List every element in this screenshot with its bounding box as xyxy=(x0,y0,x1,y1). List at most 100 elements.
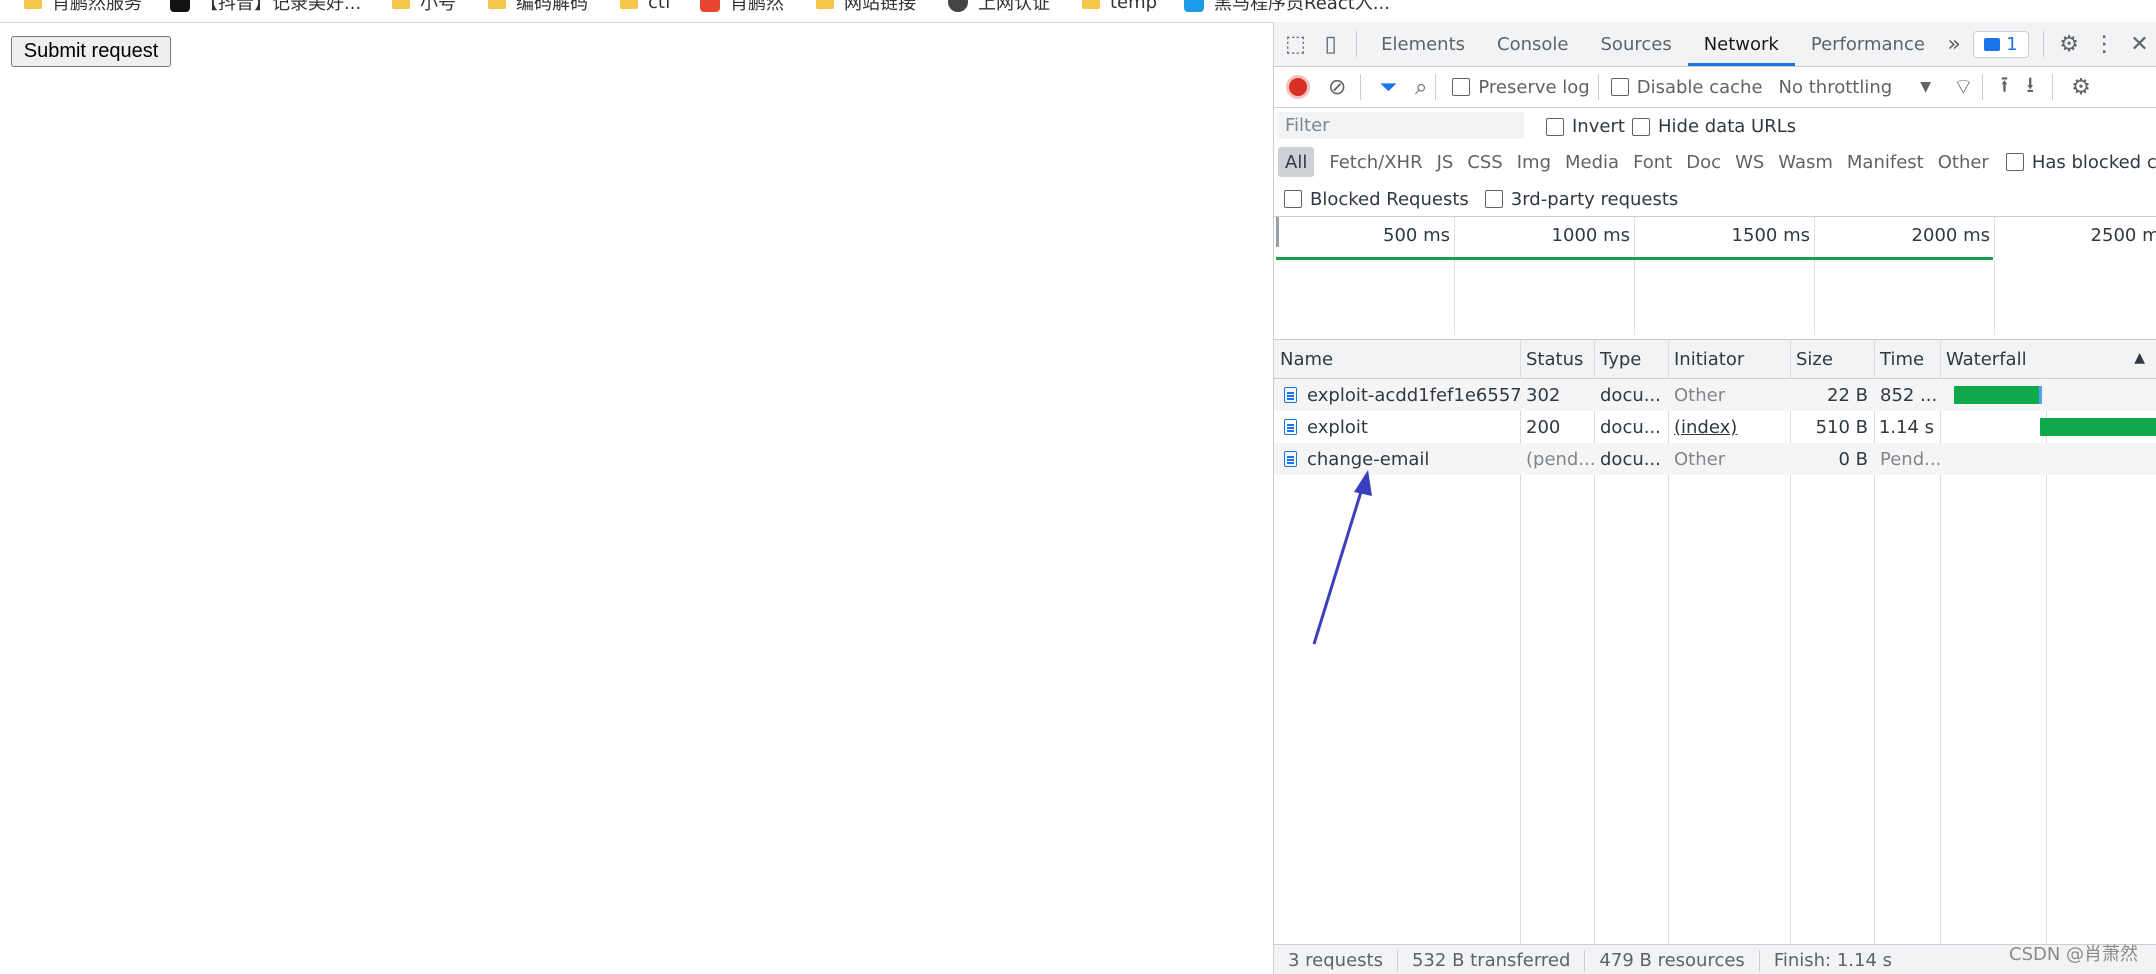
status-cell: 200 xyxy=(1526,416,1561,438)
type-filter-fetch-xhr[interactable]: Fetch/XHR xyxy=(1322,147,1429,177)
checkbox-box xyxy=(1284,190,1302,208)
bookmark-item[interactable]: 上网认证 xyxy=(948,0,1050,14)
bookmark-item[interactable]: 小号 xyxy=(392,0,456,14)
import-har-icon[interactable]: ⭱ xyxy=(2001,68,2009,106)
has-blocked-cookies-checkbox[interactable]: Has blocked cookies xyxy=(2005,152,2156,173)
third-party-requests-label: 3rd-party requests xyxy=(1510,188,1679,210)
initiator-link[interactable]: (index) xyxy=(1668,411,1790,443)
request-name-cell[interactable]: change-email xyxy=(1278,443,1520,475)
hide-data-urls-checkbox[interactable]: Hide data URLs xyxy=(1632,116,1796,137)
column-header-status[interactable]: Status xyxy=(1520,340,1594,378)
type-filter-img[interactable]: Img xyxy=(1510,147,1558,177)
overview-gridline xyxy=(1634,217,1635,335)
document-icon xyxy=(1284,451,1297,467)
sort-ascending-icon: ▲ xyxy=(2134,350,2145,366)
table-header: Name Status Type Initiator Size Time Wat… xyxy=(1274,340,2156,379)
overview-tick-label: 500 ms xyxy=(1383,225,1450,246)
throttling-select[interactable]: No throttling ▼ xyxy=(1779,77,1931,98)
tab-performance[interactable]: Performance xyxy=(1795,22,1941,66)
issues-badge[interactable]: 1 xyxy=(1973,30,2029,58)
tab-network[interactable]: Network xyxy=(1687,22,1796,66)
size-cell: 510 B xyxy=(1815,416,1868,438)
bookmark-item[interactable]: temp xyxy=(1082,0,1157,13)
more-tabs-icon[interactable]: » xyxy=(1941,22,1967,66)
message-icon xyxy=(1984,37,2001,51)
folder-icon xyxy=(816,0,834,9)
blocked-requests-checkbox[interactable]: Blocked Requests xyxy=(1284,189,1469,210)
export-har-icon[interactable]: ⭳ xyxy=(2026,68,2034,106)
type-filter-all[interactable]: All xyxy=(1278,147,1315,177)
close-icon[interactable]: ✕ xyxy=(2122,22,2156,66)
device-toolbar-icon[interactable]: ▯ xyxy=(1313,22,1348,66)
network-conditions-icon[interactable]: ⌔ xyxy=(1953,73,1974,101)
column-header-name[interactable]: Name xyxy=(1274,340,1520,378)
type-filter-media[interactable]: Media xyxy=(1558,147,1626,177)
table-row[interactable]: exploit-acdd1fef1e6557... 302 docu... Ot… xyxy=(1274,379,2156,411)
overview-tick-label: 1500 ms xyxy=(1731,225,1810,246)
network-settings-gear-icon[interactable]: ⚙ xyxy=(2071,75,2091,100)
invert-checkbox[interactable]: Invert xyxy=(1546,116,1625,137)
waterfall-bar[interactable] xyxy=(1954,386,2040,404)
time-cell: 1.14 s xyxy=(1878,416,1934,438)
initiator-cell: Other xyxy=(1674,448,1726,470)
tab-sources[interactable]: Sources xyxy=(1585,22,1688,66)
column-header-initiator[interactable]: Initiator xyxy=(1668,340,1790,378)
bookmark-item[interactable]: 网站链接 xyxy=(816,0,916,14)
tab-console[interactable]: Console xyxy=(1481,22,1584,66)
column-header-type[interactable]: Type xyxy=(1594,340,1668,378)
bookmark-item[interactable]: 肖鹏然服务 xyxy=(24,0,142,14)
divider xyxy=(1360,74,1362,100)
type-filter-other[interactable]: Other xyxy=(1931,147,1996,177)
third-party-requests-checkbox[interactable]: 3rd-party requests xyxy=(1484,188,1679,210)
more-options-icon[interactable]: ⋮ xyxy=(2087,22,2122,66)
waterfall-bar[interactable] xyxy=(2040,418,2156,436)
submit-request-button[interactable]: Submit request xyxy=(11,36,171,67)
request-name-cell[interactable]: exploit xyxy=(1278,411,1520,443)
filter-input[interactable]: Filter xyxy=(1278,112,1524,139)
overview-gridline xyxy=(1454,217,1455,335)
overview-handle[interactable] xyxy=(1276,217,1279,247)
record-icon[interactable] xyxy=(1286,75,1310,99)
overview-tick-label: 1000 ms xyxy=(1551,225,1630,246)
tab-elements[interactable]: Elements xyxy=(1365,22,1481,66)
search-icon[interactable]: ⌕ xyxy=(1415,75,1427,100)
clear-icon[interactable]: ⊘ xyxy=(1328,75,1346,100)
preserve-log-checkbox[interactable]: Preserve log xyxy=(1452,77,1590,98)
request-name-cell[interactable]: exploit-acdd1fef1e6557... xyxy=(1278,379,1520,411)
type-filter-js[interactable]: JS xyxy=(1430,147,1461,177)
time-cell: 852 ... xyxy=(1880,384,1938,406)
inspect-element-icon[interactable]: ⬚ xyxy=(1278,22,1313,66)
bookmark-label: 【抖音】记录美好... xyxy=(200,0,362,14)
table-row[interactable]: change-email (pend... docu... Other 0 B … xyxy=(1274,443,2156,475)
bookmark-item[interactable]: 黑马程序员React入... xyxy=(1184,0,1390,14)
time-cell: Pend... xyxy=(1880,448,1940,470)
settings-gear-icon[interactable]: ⚙ xyxy=(2052,22,2087,66)
disable-cache-checkbox[interactable]: Disable cache xyxy=(1610,77,1763,98)
type-cell: docu... xyxy=(1600,448,1661,470)
type-filter-manifest[interactable]: Manifest xyxy=(1840,147,1931,177)
folder-icon xyxy=(392,0,410,9)
column-header-waterfall[interactable]: Waterfall xyxy=(1940,340,2140,378)
column-header-size[interactable]: Size xyxy=(1790,340,1874,378)
table-row[interactable]: exploit 200 docu... (index) 510 B 1.14 s xyxy=(1274,411,2156,443)
bookmark-item[interactable]: 肖鹏然 xyxy=(700,0,784,14)
type-cell: docu... xyxy=(1600,416,1661,438)
type-filter-font[interactable]: Font xyxy=(1626,147,1679,177)
bookmark-item[interactable]: ctf xyxy=(620,0,671,13)
checkbox-box xyxy=(1632,117,1650,136)
resource-type-filters: All Fetch/XHR JS CSS Img Media Font Doc … xyxy=(1274,144,2156,180)
type-filter-doc[interactable]: Doc xyxy=(1679,147,1728,177)
bookmark-label: 小号 xyxy=(420,0,456,14)
resources-size: 479 B resources xyxy=(1585,949,1760,971)
type-filter-css[interactable]: CSS xyxy=(1460,147,1509,177)
bookmark-label: 编码解码 xyxy=(516,0,588,14)
column-header-time[interactable]: Time xyxy=(1874,340,1940,378)
invert-label: Invert xyxy=(1572,116,1625,137)
bookmark-item[interactable]: 【抖音】记录美好... xyxy=(170,0,362,14)
bookmark-item[interactable]: 编码解码 xyxy=(488,0,588,14)
document-icon xyxy=(1284,419,1297,435)
filter-icon[interactable]: ⏷ xyxy=(1379,75,1397,100)
type-filter-ws[interactable]: WS xyxy=(1728,147,1771,177)
type-filter-wasm[interactable]: Wasm xyxy=(1771,147,1840,177)
red-app-icon xyxy=(700,0,720,12)
